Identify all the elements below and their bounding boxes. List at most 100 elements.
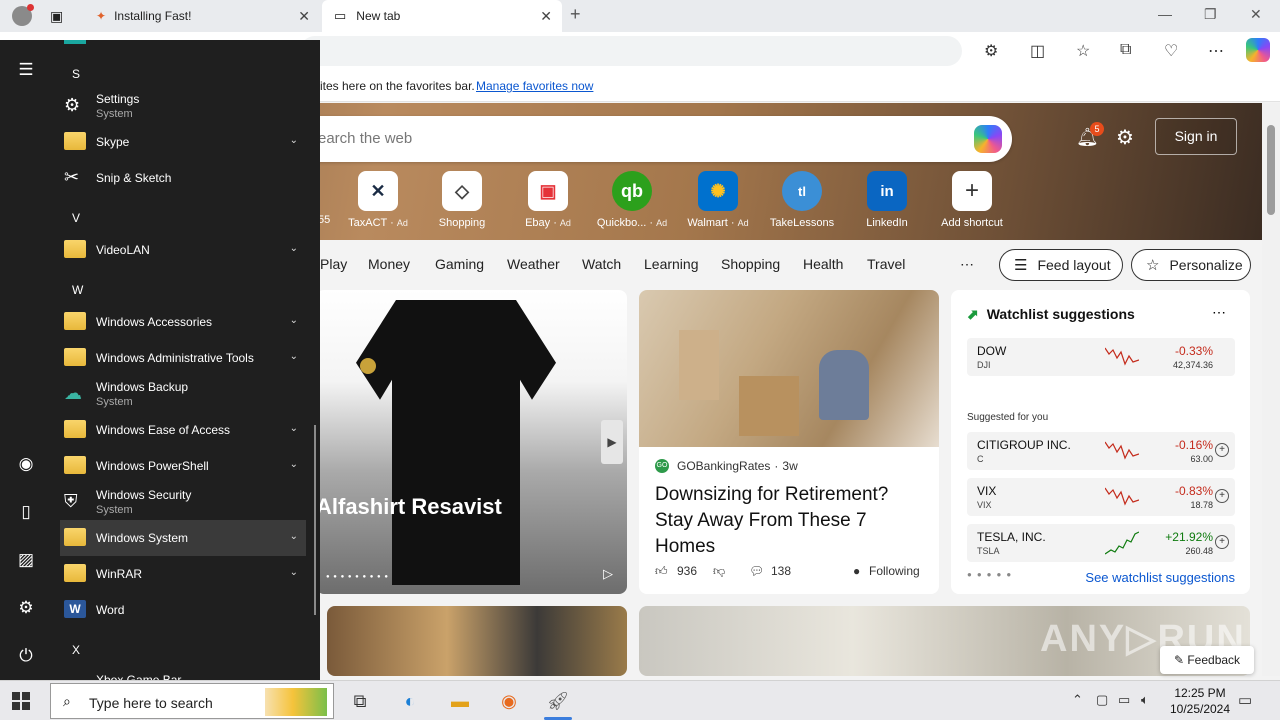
chevron-down-icon[interactable]: ⌄: [290, 567, 298, 578]
start-app-windows-ease-of-access[interactable]: Windows Ease of Access ⌄: [60, 412, 306, 448]
chevron-down-icon[interactable]: ⌄: [290, 459, 298, 470]
news-card[interactable]: GO GOBankingRates · 3w Downsizing for Re…: [639, 290, 939, 594]
start-app-videolan[interactable]: VideoLAN ⌄: [60, 232, 306, 268]
hamburger-icon[interactable]: ☰: [16, 60, 36, 80]
rocket-app-icon[interactable]: 🚀︎: [546, 689, 570, 713]
letter-v[interactable]: V: [72, 211, 80, 225]
power-icon[interactable]: ⏻: [16, 646, 36, 666]
start-app-windows-administrative-tools[interactable]: Windows Administrative Tools ⌄: [60, 340, 306, 376]
copilot-icon[interactable]: [1246, 38, 1270, 62]
scrollbar-thumb[interactable]: [1267, 125, 1275, 215]
tab-new-tab[interactable]: ▭ New tab ✕: [322, 0, 562, 32]
chevron-down-icon[interactable]: ⌄: [290, 243, 298, 254]
notifications-icon[interactable]: ▭: [1238, 691, 1252, 709]
shortcut-add[interactable]: + Add shortcut: [932, 171, 1012, 229]
dislike-icon[interactable]: 👎︎: [713, 564, 725, 579]
following-label[interactable]: Following: [869, 564, 920, 578]
collections-icon[interactable]: ⧉: [1120, 41, 1131, 59]
tray-device-icon[interactable]: ▢: [1096, 692, 1108, 708]
letter-x[interactable]: X: [72, 643, 80, 657]
tab-actions-icon[interactable]: ▣: [50, 0, 74, 32]
nav-travel[interactable]: Travel: [867, 256, 905, 272]
nav-money[interactable]: Money: [368, 256, 410, 272]
favorites-icon[interactable]: ☆: [1076, 41, 1090, 61]
profile-avatar[interactable]: [8, 0, 36, 32]
carousel-next-button[interactable]: ▶: [601, 420, 623, 464]
news-card-image[interactable]: [327, 606, 627, 676]
file-explorer-icon[interactable]: ▬: [448, 689, 472, 713]
web-search-box[interactable]: earch the web: [260, 116, 1012, 162]
feed-layout-button[interactable]: ☰ Feed layout: [999, 249, 1123, 281]
comment-icon[interactable]: 💬︎: [749, 564, 764, 578]
shortcut-ebay[interactable]: ▣ Ebay · Ad: [508, 171, 588, 229]
performance-icon[interactable]: ♡: [1164, 41, 1178, 61]
pictures-icon[interactable]: ▨: [16, 550, 36, 570]
add-to-watchlist-icon[interactable]: +: [1215, 443, 1229, 457]
close-tab-icon[interactable]: ✕: [298, 8, 310, 25]
start-app-skype[interactable]: Skype ⌄: [60, 124, 306, 160]
chevron-down-icon[interactable]: ⌄: [290, 351, 298, 362]
start-app-snip-sketch[interactable]: ✂ Snip & Sketch: [60, 160, 306, 196]
nav-weather[interactable]: Weather: [507, 256, 560, 272]
copilot-search-icon[interactable]: [974, 125, 1002, 153]
start-app-word[interactable]: W Word: [60, 592, 306, 628]
start-app-settings[interactable]: ⚙ Settings System: [60, 88, 306, 124]
nav-health[interactable]: Health: [803, 256, 843, 272]
start-app-windows-system[interactable]: Windows System ⌄: [60, 520, 306, 556]
restore-icon[interactable]: ❐: [1204, 6, 1217, 23]
feedback-button[interactable]: ✎ Feedback: [1160, 646, 1254, 674]
network-icon[interactable]: ▭: [1118, 692, 1130, 708]
new-tab-icon[interactable]: +: [570, 4, 581, 25]
chevron-down-icon[interactable]: ⌄: [290, 135, 298, 146]
user-icon[interactable]: ◉: [16, 454, 36, 474]
volume-icon[interactable]: 🔈︎: [1141, 692, 1149, 708]
carousel-card[interactable]: Alfashirt Resavist ▶ ● ● ● ● ● ● ● ● ● ▷: [316, 290, 627, 594]
tray-overflow-icon[interactable]: ⌃: [1072, 692, 1083, 708]
task-view-icon[interactable]: ⧉: [348, 689, 372, 713]
system-clock[interactable]: 12:25 PM 10/25/2024: [1168, 685, 1232, 717]
settings-gear-icon[interactable]: ⚙: [1116, 125, 1134, 150]
watchlist-row[interactable]: DOW DJI -0.33% 42,374.36: [967, 338, 1235, 376]
add-to-watchlist-icon[interactable]: +: [1215, 489, 1229, 503]
tab-installing[interactable]: ✦ Installing Fast! ✕: [84, 0, 320, 32]
ad-choices-icon[interactable]: ▷: [603, 566, 613, 582]
letter-w[interactable]: W: [72, 283, 83, 297]
see-watchlist-link[interactable]: See watchlist suggestions: [1085, 570, 1235, 585]
start-menu-scrollbar[interactable]: [314, 425, 316, 615]
chevron-down-icon[interactable]: ⌄: [290, 315, 298, 326]
nav-watch[interactable]: Watch: [582, 256, 621, 272]
address-bar[interactable]: [300, 36, 962, 66]
edge-icon[interactable]: ◐: [398, 689, 422, 713]
add-to-watchlist-icon[interactable]: +: [1215, 535, 1229, 549]
extensions-icon[interactable]: ⚙: [984, 41, 998, 61]
article-headline[interactable]: Downsizing for Retirement? Stay Away Fro…: [655, 482, 925, 560]
letter-s[interactable]: S: [72, 67, 80, 81]
settings-icon[interactable]: ⚙: [16, 598, 36, 618]
close-window-icon[interactable]: ✕: [1250, 6, 1262, 23]
start-app-windows-backup[interactable]: ☁ Windows Backup System: [60, 376, 306, 412]
start-app-windows-accessories[interactable]: Windows Accessories ⌄: [60, 304, 306, 340]
page-scrollbar[interactable]: [1262, 103, 1280, 676]
watchlist-row[interactable]: CITIGROUP INC. C -0.16% 63.00 +: [967, 432, 1235, 470]
like-icon[interactable]: 👍︎: [655, 564, 668, 579]
nav-shopping[interactable]: Shopping: [721, 256, 780, 272]
watchlist-row[interactable]: TESLA, INC. TSLA +21.92% 260.48 +: [967, 524, 1235, 562]
start-app-windows-powershell[interactable]: Windows PowerShell ⌄: [60, 448, 306, 484]
chevron-down-icon[interactable]: ⌄: [290, 423, 298, 434]
watchlist-row[interactable]: VIX VIX -0.83% 18.78 +: [967, 478, 1235, 516]
taskbar-search[interactable]: ⌕ Type here to search: [50, 683, 334, 719]
watchlist-more-icon[interactable]: ⋯: [1212, 304, 1226, 321]
shortcut-walmart[interactable]: ✺ Walmart · Ad: [678, 171, 758, 229]
shortcut-quickbooks[interactable]: qb Quickbo... · Ad: [592, 171, 672, 229]
split-screen-icon[interactable]: ◫: [1030, 41, 1045, 61]
nav-play[interactable]: Play: [320, 256, 347, 272]
chevron-down-icon[interactable]: ⌄: [290, 531, 298, 542]
more-icon[interactable]: ⋯: [1208, 41, 1224, 61]
manage-favorites-link[interactable]: Manage favorites now: [476, 79, 593, 93]
nav-gaming[interactable]: Gaming: [435, 256, 484, 272]
minimize-icon[interactable]: —: [1158, 6, 1172, 22]
shortcut-shopping[interactable]: ◇ Shopping: [422, 171, 502, 229]
nav-learning[interactable]: Learning: [644, 256, 699, 272]
sign-in-button[interactable]: Sign in: [1155, 118, 1237, 155]
windows-start-icon[interactable]: [12, 692, 30, 710]
